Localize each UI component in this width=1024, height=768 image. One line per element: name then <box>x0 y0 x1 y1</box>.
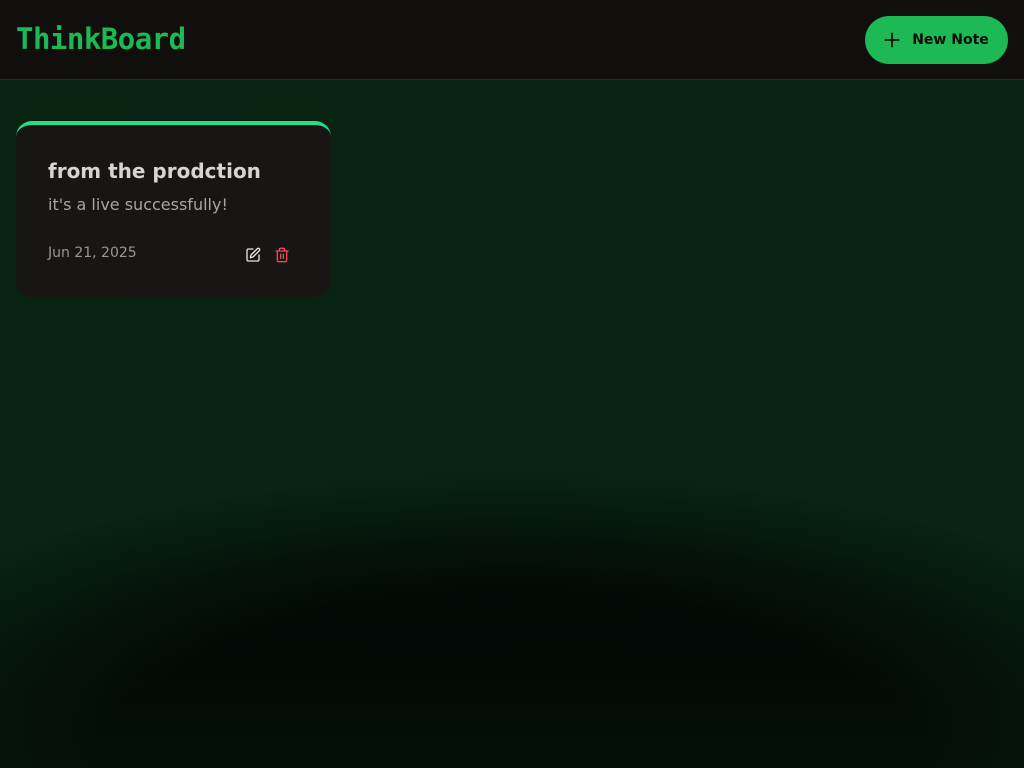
delete-note-button[interactable] <box>270 243 294 267</box>
new-note-label: New Note <box>912 32 989 48</box>
note-date: Jun 21, 2025 <box>48 245 137 261</box>
note-card[interactable]: from the prodction it's a live successfu… <box>16 121 331 297</box>
edit-note-button[interactable] <box>241 243 265 267</box>
edit-icon <box>246 247 261 262</box>
background-glow-fade <box>0 0 1024 768</box>
note-title: from the prodction <box>48 159 261 183</box>
note-content: it's a live successfully! <box>48 195 228 214</box>
navbar: ThinkBoard New Note <box>0 0 1024 80</box>
plus-icon <box>884 32 900 48</box>
trash-icon <box>275 247 289 263</box>
new-note-button[interactable]: New Note <box>865 16 1008 64</box>
brand-logo[interactable]: ThinkBoard <box>16 19 186 59</box>
background-glow <box>0 0 1024 768</box>
